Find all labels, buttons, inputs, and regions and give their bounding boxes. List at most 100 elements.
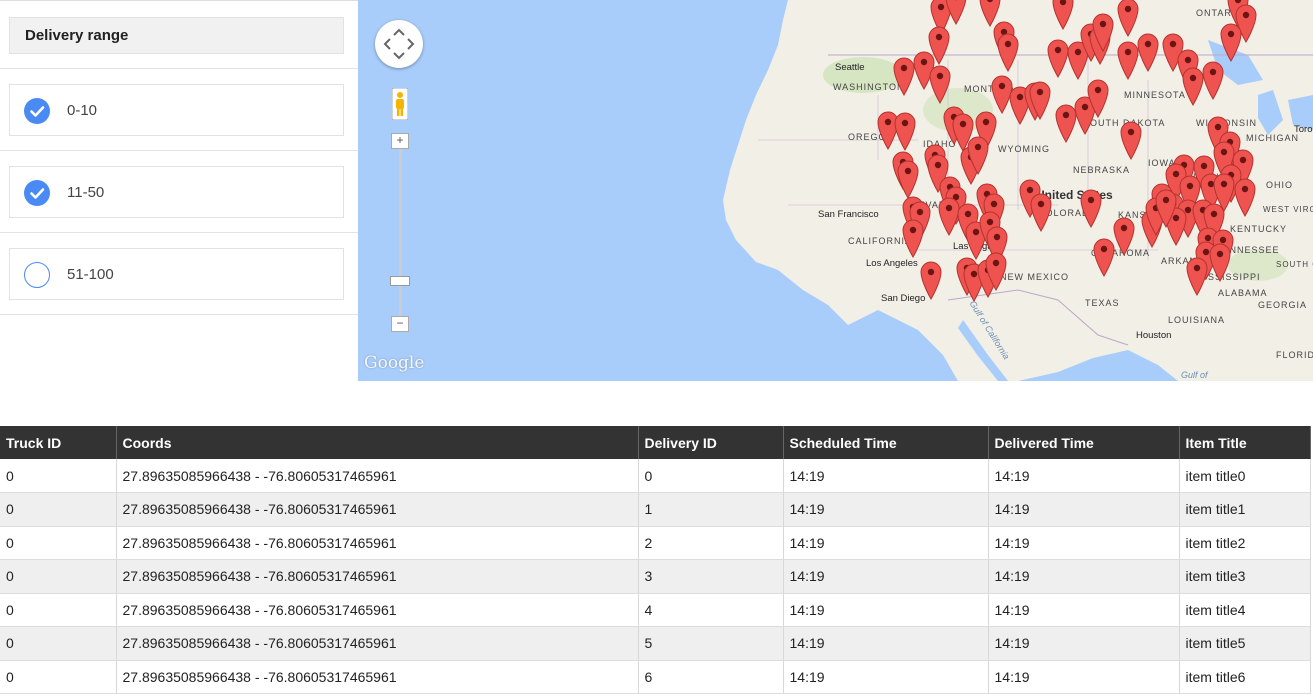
table-header-row: Truck ID Coords Delivery ID Scheduled Ti… xyxy=(0,426,1311,459)
delivered-time-cell: 14:19 xyxy=(988,560,1179,594)
unchecked-circle-icon[interactable] xyxy=(24,262,50,288)
map-marker-icon[interactable] xyxy=(1136,32,1160,72)
table-row[interactable]: 027.89635085966438 - -76.806053174659612… xyxy=(0,526,1311,560)
item-title-cell: item title1 xyxy=(1179,493,1311,527)
column-header-delivery-id[interactable]: Delivery ID xyxy=(638,426,783,459)
scheduled-time-cell: 14:19 xyxy=(783,493,988,527)
city-label: Houston xyxy=(1136,330,1171,341)
map-marker-icon[interactable] xyxy=(1051,0,1075,30)
delivery-map[interactable]: Seattle WASHINGTON MONTANA MINNESOTA ONT… xyxy=(358,0,1313,381)
truck-id-cell: 0 xyxy=(0,526,116,560)
region-label: TEXAS xyxy=(1085,298,1120,308)
item-title-cell: item title6 xyxy=(1179,660,1311,694)
map-marker-icon[interactable] xyxy=(1092,237,1116,277)
map-marker-icon[interactable] xyxy=(919,260,943,300)
range-option-11-50[interactable]: 11-50 xyxy=(9,166,344,218)
truck-id-cell: 0 xyxy=(0,560,116,594)
map-marker-icon[interactable] xyxy=(1091,12,1115,52)
table-body: 027.89635085966438 - -76.806053174659610… xyxy=(0,459,1311,694)
zoom-in-button[interactable]: + xyxy=(391,133,409,149)
map-marker-icon[interactable] xyxy=(1219,22,1243,62)
table-row[interactable]: 027.89635085966438 - -76.806053174659610… xyxy=(0,459,1311,493)
region-label: WYOMING xyxy=(998,144,1050,154)
deliveries-table: Truck ID Coords Delivery ID Scheduled Ti… xyxy=(0,426,1311,694)
zoom-slider-track[interactable] xyxy=(399,140,402,320)
city-label: San Francisco xyxy=(818,209,879,220)
map-marker-icon[interactable] xyxy=(1233,177,1257,217)
scheduled-time-cell: 14:19 xyxy=(783,459,988,493)
street-view-pegman-icon[interactable] xyxy=(392,88,408,120)
coords-cell: 27.89635085966438 - -76.80605317465961 xyxy=(116,593,638,627)
delivered-time-cell: 14:19 xyxy=(988,493,1179,527)
map-marker-icon[interactable] xyxy=(944,0,968,25)
map-marker-icon[interactable] xyxy=(966,135,990,175)
map-marker-icon[interactable] xyxy=(1119,120,1143,160)
checked-circle-icon[interactable] xyxy=(24,180,50,206)
coords-cell: 27.89635085966438 - -76.80605317465961 xyxy=(116,459,638,493)
truck-id-cell: 0 xyxy=(0,493,116,527)
table-row[interactable]: 027.89635085966438 - -76.806053174659615… xyxy=(0,627,1311,661)
range-option-label: 0-10 xyxy=(67,102,97,119)
item-title-cell: item title2 xyxy=(1179,526,1311,560)
map-marker-icon[interactable] xyxy=(928,64,952,104)
map-marker-icon[interactable] xyxy=(1086,78,1110,118)
city-label: Los Angeles xyxy=(866,258,918,269)
map-marker-icon[interactable] xyxy=(1029,192,1053,232)
table-row[interactable]: 027.89635085966438 - -76.806053174659613… xyxy=(0,560,1311,594)
map-marker-icon[interactable] xyxy=(984,251,1008,291)
range-option-51-100[interactable]: 51-100 xyxy=(9,248,344,300)
column-header-delivered-time[interactable]: Delivered Time xyxy=(988,426,1179,459)
coords-cell: 27.89635085966438 - -76.80605317465961 xyxy=(116,660,638,694)
delivery-range-header-row: Delivery range xyxy=(0,1,358,69)
range-option-row: 0-10 xyxy=(0,69,358,151)
truck-id-cell: 0 xyxy=(0,660,116,694)
column-header-scheduled-time[interactable]: Scheduled Time xyxy=(783,426,988,459)
truck-id-cell: 0 xyxy=(0,593,116,627)
range-option-0-10[interactable]: 0-10 xyxy=(9,84,344,136)
map-marker-icon[interactable] xyxy=(893,111,917,151)
delivered-time-cell: 14:19 xyxy=(988,627,1179,661)
range-option-row: 11-50 xyxy=(0,151,358,233)
map-marker-icon[interactable] xyxy=(1154,188,1178,228)
region-label: MICHIGAN xyxy=(1246,133,1299,143)
column-header-item-title[interactable]: Item Title xyxy=(1179,426,1311,459)
table-row[interactable]: 027.89635085966438 - -76.806053174659614… xyxy=(0,593,1311,627)
coords-cell: 27.89635085966438 - -76.80605317465961 xyxy=(116,493,638,527)
map-marker-icon[interactable] xyxy=(896,159,920,199)
delivery-range-panel: Delivery range 0-10 11-50 51-100 xyxy=(0,0,358,381)
range-option-label: 11-50 xyxy=(67,184,104,201)
map-marker-icon[interactable] xyxy=(901,218,925,258)
zoom-slider-thumb[interactable] xyxy=(390,276,410,286)
range-option-label: 51-100 xyxy=(67,266,114,283)
map-marker-icon[interactable] xyxy=(1028,80,1052,120)
table-row[interactable]: 027.89635085966438 - -76.806053174659611… xyxy=(0,493,1311,527)
region-label: MINNESOTA xyxy=(1124,90,1186,100)
scheduled-time-cell: 14:19 xyxy=(783,627,988,661)
delivered-time-cell: 14:19 xyxy=(988,459,1179,493)
region-label: WEST VIRGINIA xyxy=(1263,205,1313,214)
map-marker-icon[interactable] xyxy=(1181,66,1205,106)
map-marker-icon[interactable] xyxy=(1208,242,1232,282)
delivery-id-cell: 1 xyxy=(638,493,783,527)
column-header-truck-id[interactable]: Truck ID xyxy=(0,426,116,459)
map-marker-icon[interactable] xyxy=(1079,188,1103,228)
pan-arrows-icon xyxy=(375,20,423,68)
delivery-id-cell: 3 xyxy=(638,560,783,594)
scheduled-time-cell: 14:19 xyxy=(783,593,988,627)
column-header-coords[interactable]: Coords xyxy=(116,426,638,459)
city-label: Toronto xyxy=(1294,124,1313,135)
region-label: OHIO xyxy=(1266,180,1293,190)
checked-circle-icon[interactable] xyxy=(24,98,50,124)
item-title-cell: item title5 xyxy=(1179,627,1311,661)
google-logo: Google xyxy=(364,353,424,373)
delivery-id-cell: 2 xyxy=(638,526,783,560)
map-marker-icon[interactable] xyxy=(1185,256,1209,296)
zoom-out-button[interactable]: − xyxy=(391,316,409,332)
coords-cell: 27.89635085966438 - -76.80605317465961 xyxy=(116,526,638,560)
table-row[interactable]: 027.89635085966438 - -76.806053174659616… xyxy=(0,660,1311,694)
coords-cell: 27.89635085966438 - -76.80605317465961 xyxy=(116,627,638,661)
range-option-row: 51-100 xyxy=(0,233,358,315)
scheduled-time-cell: 14:19 xyxy=(783,526,988,560)
pan-control[interactable] xyxy=(375,20,423,68)
map-marker-icon[interactable] xyxy=(996,32,1020,72)
